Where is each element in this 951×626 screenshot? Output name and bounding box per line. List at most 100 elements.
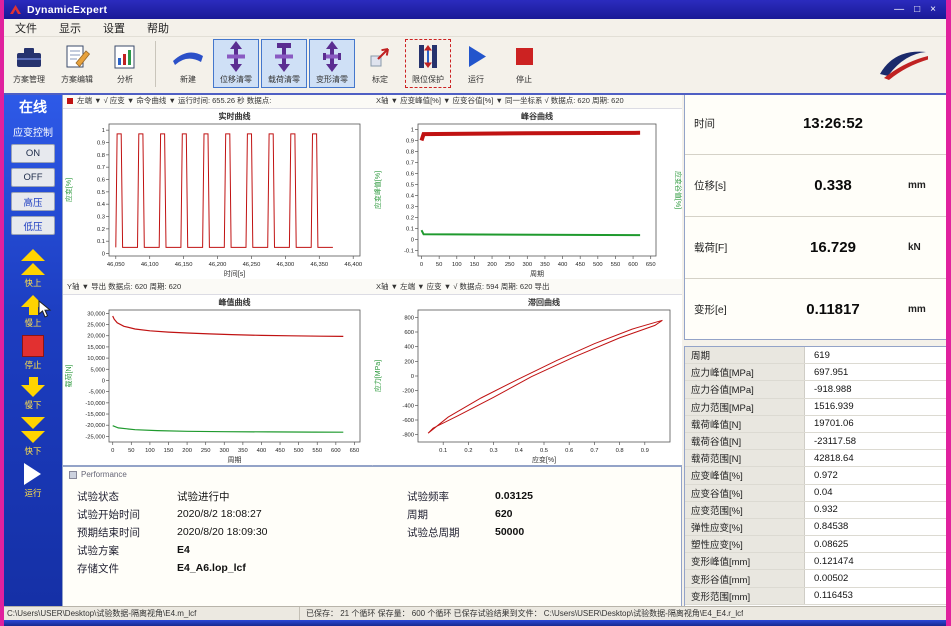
fast-down-button[interactable]: 快下	[21, 417, 45, 457]
load-zero-button[interactable]: 载荷清零	[261, 39, 307, 88]
close-button[interactable]: ×	[930, 4, 936, 15]
jog-label: 快上	[24, 277, 41, 289]
hysteresis-chart-panel: X轴 ▼ 左端 ▼ 应变 ▼ √ 数据点: 594 周期: 620 导出 滞回曲…	[372, 279, 682, 466]
performance-header: Performance	[63, 467, 681, 479]
svg-text:450: 450	[275, 448, 285, 454]
trend-chart-panel: X轴 ▼ 应变峰值[%] ▼ 应变谷值[%] ▼ 同一坐标系 √ 数据点: 62…	[372, 93, 682, 280]
svg-text:400: 400	[257, 448, 267, 454]
performance-label: 试验总周期	[407, 525, 495, 540]
scheme-manage-button[interactable]: 方案管理	[6, 39, 52, 88]
svg-text:0.5: 0.5	[406, 183, 414, 189]
svg-text:周期: 周期	[228, 456, 242, 464]
svg-text:0.5: 0.5	[540, 448, 548, 454]
fast-up-button[interactable]: 快上	[21, 249, 45, 289]
svg-text:-200: -200	[402, 389, 414, 395]
readout-row: 载荷[F]16.729kN	[685, 217, 946, 279]
svg-text:300: 300	[219, 448, 229, 454]
svg-text:应变[%]: 应变[%]	[532, 455, 556, 464]
mouse-cursor	[38, 300, 52, 323]
svg-text:10,000: 10,000	[87, 356, 105, 362]
limit-protect-button[interactable]: 限位保护	[405, 39, 451, 88]
stop-button[interactable]: 停止	[501, 39, 547, 88]
result-row: 应力范围[MPa]1516.939	[685, 399, 946, 416]
svg-text:0.2: 0.2	[97, 227, 105, 233]
result-row: 变形峰值[mm]0.121474	[685, 553, 946, 570]
svg-text:650: 650	[350, 448, 360, 454]
load-zero-icon	[273, 40, 295, 73]
chart-header-peaks[interactable]: Y轴 ▼ 导出 数据点: 620 周期: 620	[63, 279, 372, 295]
svg-text:-5,000: -5,000	[89, 390, 105, 396]
svg-text:0.7: 0.7	[590, 448, 598, 454]
maximize-button[interactable]: □	[914, 4, 920, 15]
result-label: 应力峰值[MPa]	[685, 364, 805, 380]
menu-item-settings[interactable]: 设置	[92, 20, 136, 36]
svg-text:46,050: 46,050	[107, 262, 125, 268]
svg-text:350: 350	[540, 262, 550, 268]
status-file-path: C:\Users\USER\Desktop\试验数据-隔离视角\E4.m_lcf	[4, 607, 300, 620]
chart-header-text: X轴 ▼ 左端 ▼ 应变 ▼ √ 数据点: 594 周期: 620 导出	[376, 281, 550, 292]
run-button[interactable]: 运行	[453, 39, 499, 88]
svg-text:-800: -800	[402, 433, 414, 439]
result-label: 弹性应变[%]	[685, 519, 805, 535]
jog-label: 运行	[24, 487, 41, 499]
svg-text:550: 550	[312, 448, 322, 454]
readout-value: 13:26:52	[758, 115, 908, 132]
performance-right-column: 试验频率0.03125周期620试验总周期50000	[407, 487, 657, 577]
menu-item-help[interactable]: 帮助	[136, 20, 180, 36]
performance-row: 试验开始时间2020/8/2 18:08:27	[77, 505, 407, 523]
result-row: 周期619	[685, 347, 946, 364]
menu-item-display[interactable]: 显示	[48, 20, 92, 36]
calibration-button[interactable]: 标定	[357, 39, 403, 88]
analysis-button[interactable]: 分析	[102, 39, 148, 88]
svg-text:650: 650	[646, 262, 656, 268]
scheme-edit-button[interactable]: 方案编辑	[54, 39, 100, 88]
displacement-zero-button[interactable]: 位移清零	[213, 39, 259, 88]
jog-controls: 快上 慢上 停止 慢下 快下 运行	[21, 243, 45, 499]
svg-text:100: 100	[145, 448, 155, 454]
result-value: 19701.06	[805, 418, 854, 429]
toolbar-button-label: 限位保护	[412, 74, 444, 85]
svg-text:50: 50	[436, 262, 442, 268]
analysis-icon	[112, 40, 138, 73]
chart-header-realtime[interactable]: 左端 ▼ √ 应变 ▼ 命令曲线 ▼ 运行时间: 655.26 秒 数据点:	[63, 93, 372, 109]
svg-text:46,150: 46,150	[175, 262, 193, 268]
menu-item-file[interactable]: 文件	[4, 20, 48, 36]
new-button[interactable]: 新建	[165, 39, 211, 88]
svg-text:46,350: 46,350	[310, 262, 328, 268]
window-title: DynamicExpert	[27, 4, 107, 16]
svg-text:0: 0	[111, 448, 114, 454]
run-play-icon	[465, 40, 488, 73]
performance-value: 620	[495, 508, 513, 520]
svg-text:0.8: 0.8	[97, 153, 105, 159]
low-pressure-button[interactable]: 低压	[11, 216, 55, 235]
strain-zero-button[interactable]: 变形清零	[309, 39, 355, 88]
minimize-button[interactable]: —	[894, 4, 904, 15]
result-row: 应变峰值[%]0.972	[685, 467, 946, 484]
result-row: 塑性应变[%]0.08625	[685, 536, 946, 553]
slow-down-button[interactable]: 慢下	[21, 377, 45, 411]
svg-text:400: 400	[558, 262, 568, 268]
jog-stop-button[interactable]: 停止	[22, 335, 44, 371]
sidebar-run-button[interactable]: 运行	[24, 463, 41, 499]
svg-text:0.1: 0.1	[97, 239, 105, 245]
svg-text:应变峰值[%]: 应变峰值[%]	[373, 171, 382, 209]
svg-text:0.9: 0.9	[641, 448, 649, 454]
readout-unit: mm	[908, 180, 946, 191]
svg-text:250: 250	[505, 262, 515, 268]
double-down-arrow-icon	[21, 417, 45, 443]
on-button[interactable]: ON	[11, 144, 55, 163]
play-icon	[24, 463, 41, 485]
readout-label: 变形[e]	[685, 302, 758, 317]
chart-header-hysteresis[interactable]: X轴 ▼ 左端 ▼ 应变 ▼ √ 数据点: 594 周期: 620 导出	[372, 279, 682, 295]
off-button[interactable]: OFF	[11, 168, 55, 187]
calibration-icon	[368, 40, 392, 73]
performance-value: 50000	[495, 526, 524, 538]
high-pressure-button[interactable]: 高压	[11, 192, 55, 211]
chart-peaks: 峰值曲线050100150200250300350400450500550600…	[63, 295, 372, 465]
result-label: 变形峰值[mm]	[685, 553, 805, 569]
strain-zero-icon	[321, 40, 343, 73]
svg-text:300: 300	[522, 262, 532, 268]
svg-text:15,000: 15,000	[87, 345, 105, 351]
chart-header-trend[interactable]: X轴 ▼ 应变峰值[%] ▼ 应变谷值[%] ▼ 同一坐标系 √ 数据点: 62…	[372, 93, 682, 109]
readout-value: 0.338	[758, 177, 908, 194]
